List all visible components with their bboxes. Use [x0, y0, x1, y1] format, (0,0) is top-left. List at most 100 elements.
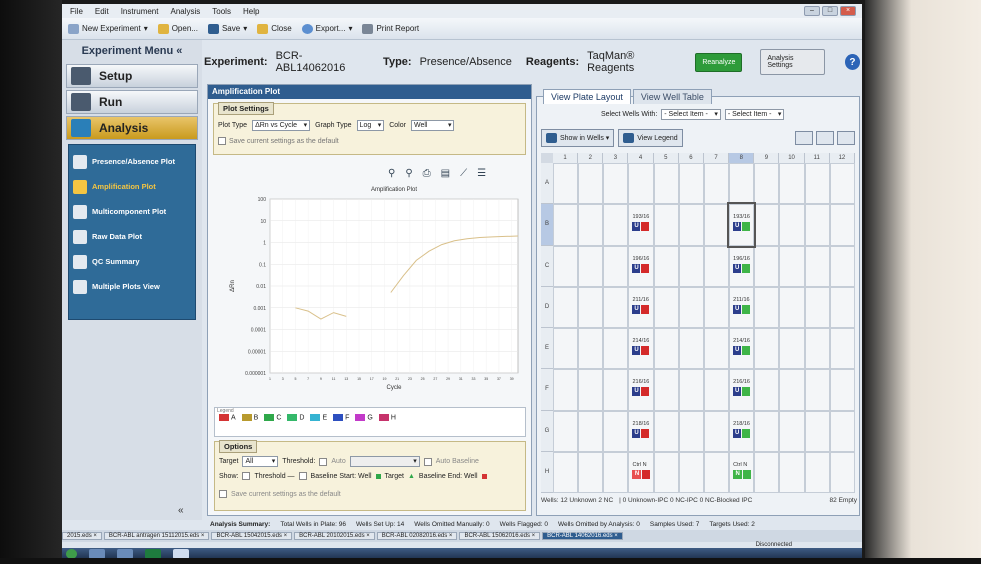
well[interactable] — [754, 328, 780, 370]
well[interactable] — [779, 451, 805, 493]
well[interactable] — [678, 410, 704, 452]
well[interactable] — [703, 163, 730, 205]
nav-setup[interactable]: Setup — [66, 64, 198, 88]
well[interactable] — [779, 410, 805, 452]
well[interactable] — [829, 286, 855, 328]
well[interactable] — [729, 163, 755, 205]
well[interactable] — [829, 245, 855, 287]
well[interactable] — [829, 451, 855, 493]
well[interactable] — [804, 245, 830, 287]
options-tab[interactable]: Options — [219, 440, 258, 453]
tab-view-well-table[interactable]: View Well Table — [632, 89, 712, 104]
nav-analysis[interactable]: Analysis — [66, 116, 198, 140]
well[interactable] — [578, 163, 604, 205]
well[interactable] — [603, 410, 629, 452]
sub-item-qc-summary[interactable]: QC Summary — [69, 249, 195, 274]
well[interactable] — [703, 245, 730, 287]
well[interactable]: 214/16 U — [628, 328, 654, 370]
well[interactable] — [653, 204, 679, 246]
color-select[interactable]: Well — [410, 120, 455, 131]
well[interactable] — [754, 245, 780, 287]
row-header[interactable]: B — [541, 204, 553, 246]
sub-item-raw-data[interactable]: Raw Data Plot — [69, 224, 195, 249]
print-icon[interactable]: ⎙ — [423, 168, 431, 179]
row-header[interactable]: D — [541, 286, 553, 328]
column-header[interactable]: 8 — [729, 153, 755, 163]
zoom-out-icon[interactable]: ⚲ — [405, 168, 412, 179]
row-header[interactable]: H — [541, 451, 553, 493]
column-header[interactable]: 10 — [779, 153, 805, 163]
threshold-input[interactable] — [349, 456, 420, 467]
well[interactable]: 214/16 U — [729, 328, 755, 370]
well[interactable] — [829, 204, 855, 246]
well[interactable] — [779, 328, 805, 370]
well[interactable] — [804, 328, 830, 370]
maximize-button[interactable]: □ — [822, 6, 838, 16]
well[interactable] — [628, 163, 654, 205]
well[interactable] — [829, 163, 855, 205]
well[interactable] — [653, 451, 679, 493]
help-icon[interactable]: ? — [844, 54, 860, 70]
well[interactable] — [754, 286, 780, 328]
sub-item-multiple-plots[interactable]: Multiple Plots View — [69, 274, 195, 299]
well[interactable]: 193/16 U — [727, 202, 757, 248]
well[interactable] — [603, 245, 629, 287]
well[interactable] — [653, 286, 679, 328]
well[interactable] — [678, 328, 704, 370]
well[interactable] — [754, 204, 780, 246]
well[interactable]: 218/16 U — [628, 410, 654, 452]
well[interactable] — [553, 245, 579, 287]
well[interactable] — [578, 204, 604, 246]
reanalyze-button[interactable]: Reanalyze — [695, 52, 743, 72]
well[interactable] — [703, 410, 730, 452]
auto-baseline-checkbox[interactable] — [423, 457, 432, 466]
well[interactable] — [603, 204, 629, 246]
view-mode-3-icon[interactable] — [837, 131, 855, 145]
tab-view-plate-layout[interactable]: View Plate Layout — [543, 89, 631, 104]
file-tab[interactable]: BCR-ABL 15062016.eds × — [459, 532, 541, 540]
well[interactable]: 193/16 U — [628, 204, 654, 246]
well[interactable] — [779, 163, 805, 205]
well[interactable] — [578, 328, 604, 370]
graph-type-select[interactable]: Log — [356, 120, 385, 131]
well[interactable] — [804, 369, 830, 411]
well[interactable] — [779, 204, 805, 246]
sub-item-amplification[interactable]: Amplification Plot — [69, 174, 195, 199]
view-legend-button[interactable]: View Legend — [618, 129, 683, 147]
well[interactable] — [829, 369, 855, 411]
menu-tools[interactable]: Tools — [212, 7, 231, 16]
well[interactable]: 211/16 U — [628, 286, 654, 328]
well[interactable] — [578, 369, 604, 411]
save-button[interactable]: Save ▾ — [207, 23, 247, 34]
auto-threshold-checkbox[interactable] — [319, 457, 328, 466]
column-header[interactable]: 5 — [653, 153, 679, 163]
show-in-wells-button[interactable]: Show in Wells ▾ — [541, 129, 615, 147]
well[interactable] — [804, 451, 830, 493]
view-mode-2-icon[interactable] — [816, 131, 834, 145]
well[interactable] — [678, 286, 704, 328]
chart-icon[interactable]: ⟋ — [460, 168, 467, 179]
well[interactable] — [754, 410, 780, 452]
well[interactable] — [553, 204, 579, 246]
well[interactable] — [653, 369, 679, 411]
row-header[interactable]: E — [541, 328, 553, 370]
options-save-default-checkbox[interactable] — [219, 490, 227, 498]
view-mode-1-icon[interactable] — [795, 131, 813, 145]
sub-item-presence-absence[interactable]: Presence/Absence Plot — [69, 149, 195, 174]
column-header[interactable]: 1 — [553, 153, 579, 163]
well[interactable] — [653, 328, 679, 370]
well[interactable] — [703, 328, 730, 370]
well[interactable] — [829, 410, 855, 452]
well[interactable]: 196/16 U — [628, 245, 654, 287]
well[interactable] — [678, 245, 704, 287]
row-header[interactable]: F — [541, 369, 553, 411]
well[interactable] — [779, 286, 805, 328]
select-item-2[interactable]: - Select Item - — [724, 109, 785, 120]
well[interactable] — [603, 286, 629, 328]
well[interactable] — [804, 286, 830, 328]
well[interactable]: 196/16 U — [729, 245, 755, 287]
well[interactable] — [578, 286, 604, 328]
nav-run[interactable]: Run — [66, 90, 198, 114]
well[interactable] — [703, 286, 730, 328]
experiment-menu-title[interactable]: Experiment Menu « — [62, 40, 202, 62]
